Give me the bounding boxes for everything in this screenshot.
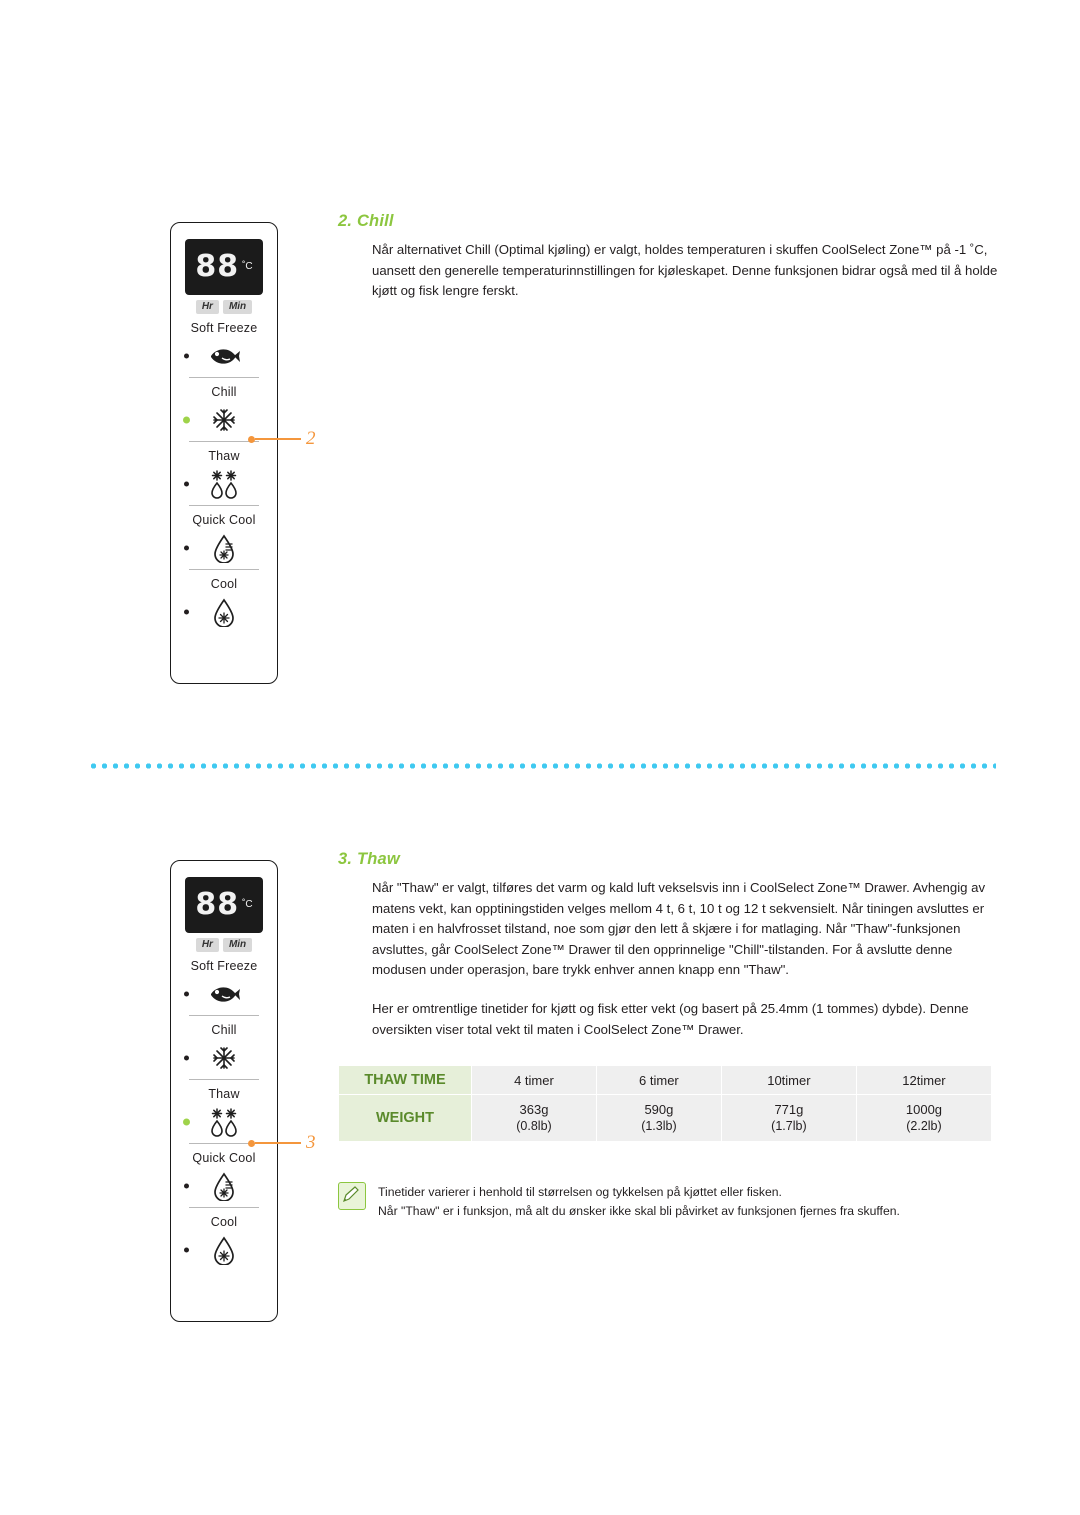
callout-3: 3 bbox=[248, 1132, 316, 1154]
indicator-led-soft-freeze-2 bbox=[184, 991, 189, 997]
table-row: WEIGHT 363g (0.8lb) 590g (1.3lb) 771g (1… bbox=[338, 1094, 993, 1142]
section-separator bbox=[88, 763, 996, 769]
panel2-row-quick-cool[interactable] bbox=[184, 1165, 263, 1207]
display-unit: ˚C bbox=[242, 260, 253, 272]
table-row: THAW TIME 4 timer 6 timer 10timer 12time… bbox=[338, 1065, 993, 1095]
indicator-led-soft-freeze bbox=[184, 353, 189, 359]
section-title-chill: 2. Chill bbox=[338, 212, 394, 230]
panel1-label-quick-cool: Quick Cool bbox=[192, 513, 256, 527]
weight-lb-1: (0.8lb) bbox=[516, 1119, 552, 1133]
indicator-led-chill bbox=[184, 417, 189, 423]
panel1-label-cool: Cool bbox=[210, 577, 238, 591]
indicator-led-thaw bbox=[184, 481, 189, 487]
panel2-row-cool[interactable] bbox=[184, 1229, 263, 1271]
callout-2: 2 bbox=[248, 428, 316, 450]
min-label: Min bbox=[222, 300, 253, 314]
panel1-row-cool[interactable] bbox=[184, 591, 263, 633]
panel2-divider-1 bbox=[189, 1015, 259, 1016]
thaw-time-weight-table: THAW TIME 4 timer 6 timer 10timer 12time… bbox=[338, 1065, 993, 1142]
hr-label: Hr bbox=[195, 300, 219, 314]
weight-g-4: 1000g bbox=[905, 1102, 943, 1117]
temperature-display-1: 88 ˚C bbox=[185, 239, 263, 295]
pencil-glyph bbox=[343, 1186, 359, 1203]
indicator-led-quick-cool bbox=[184, 545, 189, 551]
panel2-divider-4 bbox=[189, 1207, 259, 1208]
hr-label-2: Hr bbox=[195, 938, 219, 952]
callout-2-dot bbox=[248, 435, 255, 443]
callout-2-line bbox=[255, 438, 301, 440]
manual-page: 2. Chill Når alternativet Chill (Optimal… bbox=[0, 0, 1080, 1515]
panel2-row-soft-freeze[interactable] bbox=[184, 973, 263, 1015]
indicator-led-cool bbox=[184, 609, 189, 615]
indicator-led-thaw-2 bbox=[184, 1119, 189, 1125]
fish-icon bbox=[211, 349, 240, 364]
note-pencil-icon bbox=[338, 1182, 366, 1210]
callout-3-line bbox=[255, 1142, 301, 1144]
callout-2-number: 2 bbox=[306, 428, 316, 449]
note-text: Tinetider varierer i henhold til størrel… bbox=[378, 1182, 900, 1221]
panel1-row-soft-freeze[interactable] bbox=[184, 335, 263, 377]
table-cell-weight-2: 590g (1.3lb) bbox=[595, 1094, 722, 1142]
panel1-divider-4 bbox=[189, 569, 259, 570]
display-value-2: 88 bbox=[195, 887, 240, 922]
fish-icon bbox=[211, 987, 240, 1002]
table-header-thaw-time: THAW TIME bbox=[338, 1065, 472, 1095]
table-cell-time-2: 6 timer bbox=[595, 1065, 722, 1095]
panel1-divider-3 bbox=[189, 505, 259, 506]
hr-min-indicators-2: Hr Min bbox=[185, 938, 263, 952]
panel1-row-quick-cool[interactable] bbox=[184, 527, 263, 569]
snowflake-icon bbox=[213, 409, 235, 431]
indicator-led-quick-cool-2 bbox=[184, 1183, 189, 1189]
snowflake-icon bbox=[213, 1047, 235, 1069]
control-panel-illustration-1: 88 ˚C Hr Min Soft Freeze Chill Thaw Quic… bbox=[170, 222, 278, 684]
weight-g-3: 771g bbox=[774, 1102, 804, 1117]
panel1-divider-1 bbox=[189, 377, 259, 378]
thaw-drops-icon bbox=[211, 470, 237, 499]
weight-lb-3: (1.7lb) bbox=[771, 1119, 807, 1133]
callout-3-number: 3 bbox=[306, 1132, 316, 1153]
panel2-label-soft-freeze: Soft Freeze bbox=[190, 959, 258, 973]
table-cell-weight-4: 1000g (2.2lb) bbox=[855, 1094, 993, 1142]
temperature-display-2: 88 ˚C bbox=[185, 877, 263, 933]
weight-g-2: 590g bbox=[644, 1102, 674, 1117]
weight-lb-2: (1.3lb) bbox=[641, 1119, 677, 1133]
panel2-label-chill: Chill bbox=[211, 1023, 237, 1037]
panel1-label-thaw: Thaw bbox=[208, 449, 240, 463]
indicator-led-cool-2 bbox=[184, 1247, 189, 1253]
section-body-thaw-2: Her er omtrentlige tinetider for kjøtt o… bbox=[372, 1001, 969, 1037]
section-body-chill: Når alternativet Chill (Optimal kjøling)… bbox=[372, 242, 998, 298]
weight-lb-4: (2.2lb) bbox=[906, 1119, 942, 1133]
callout-3-dot bbox=[248, 1139, 255, 1147]
quick-cool-drop-icon bbox=[214, 534, 234, 563]
section-body-thaw: Når "Thaw" er valgt, tilføres det varm o… bbox=[372, 880, 986, 977]
panel2-row-chill[interactable] bbox=[184, 1037, 263, 1079]
table-cell-time-4: 12timer bbox=[855, 1065, 993, 1095]
table-header-weight: WEIGHT bbox=[338, 1094, 472, 1142]
hr-min-indicators-1: Hr Min bbox=[185, 300, 263, 314]
panel1-row-thaw[interactable] bbox=[184, 463, 263, 505]
note-line-2: Når "Thaw" er i funksjon, må alt du ønsk… bbox=[378, 1204, 900, 1218]
quick-cool-drop-icon bbox=[214, 1172, 234, 1201]
panel2-label-cool: Cool bbox=[210, 1215, 238, 1229]
note-block: Tinetider varierer i henhold til størrel… bbox=[338, 1182, 998, 1221]
panel2-divider-2 bbox=[189, 1079, 259, 1080]
panel1-label-soft-freeze: Soft Freeze bbox=[190, 321, 258, 335]
display-value: 88 bbox=[195, 249, 240, 284]
control-panel-illustration-2: 88 ˚C Hr Min Soft Freeze Chill Thaw Quic… bbox=[170, 860, 278, 1322]
thaw-drops-icon bbox=[211, 1108, 237, 1137]
weight-g-1: 363g bbox=[519, 1102, 549, 1117]
note-line-1: Tinetider varierer i henhold til størrel… bbox=[378, 1185, 782, 1199]
table-cell-time-1: 4 timer bbox=[471, 1065, 597, 1095]
panel2-label-thaw: Thaw bbox=[208, 1087, 240, 1101]
section-title-thaw: 3. Thaw bbox=[338, 850, 400, 868]
cool-drop-icon bbox=[214, 1236, 234, 1265]
display-unit-2: ˚C bbox=[242, 898, 253, 910]
min-label-2: Min bbox=[222, 938, 253, 952]
panel1-label-chill: Chill bbox=[211, 385, 237, 399]
indicator-led-chill-2 bbox=[184, 1055, 189, 1061]
table-cell-weight-3: 771g (1.7lb) bbox=[720, 1094, 857, 1142]
table-cell-weight-1: 363g (0.8lb) bbox=[471, 1094, 597, 1142]
table-cell-time-3: 10timer bbox=[720, 1065, 857, 1095]
cool-drop-icon bbox=[214, 598, 234, 627]
